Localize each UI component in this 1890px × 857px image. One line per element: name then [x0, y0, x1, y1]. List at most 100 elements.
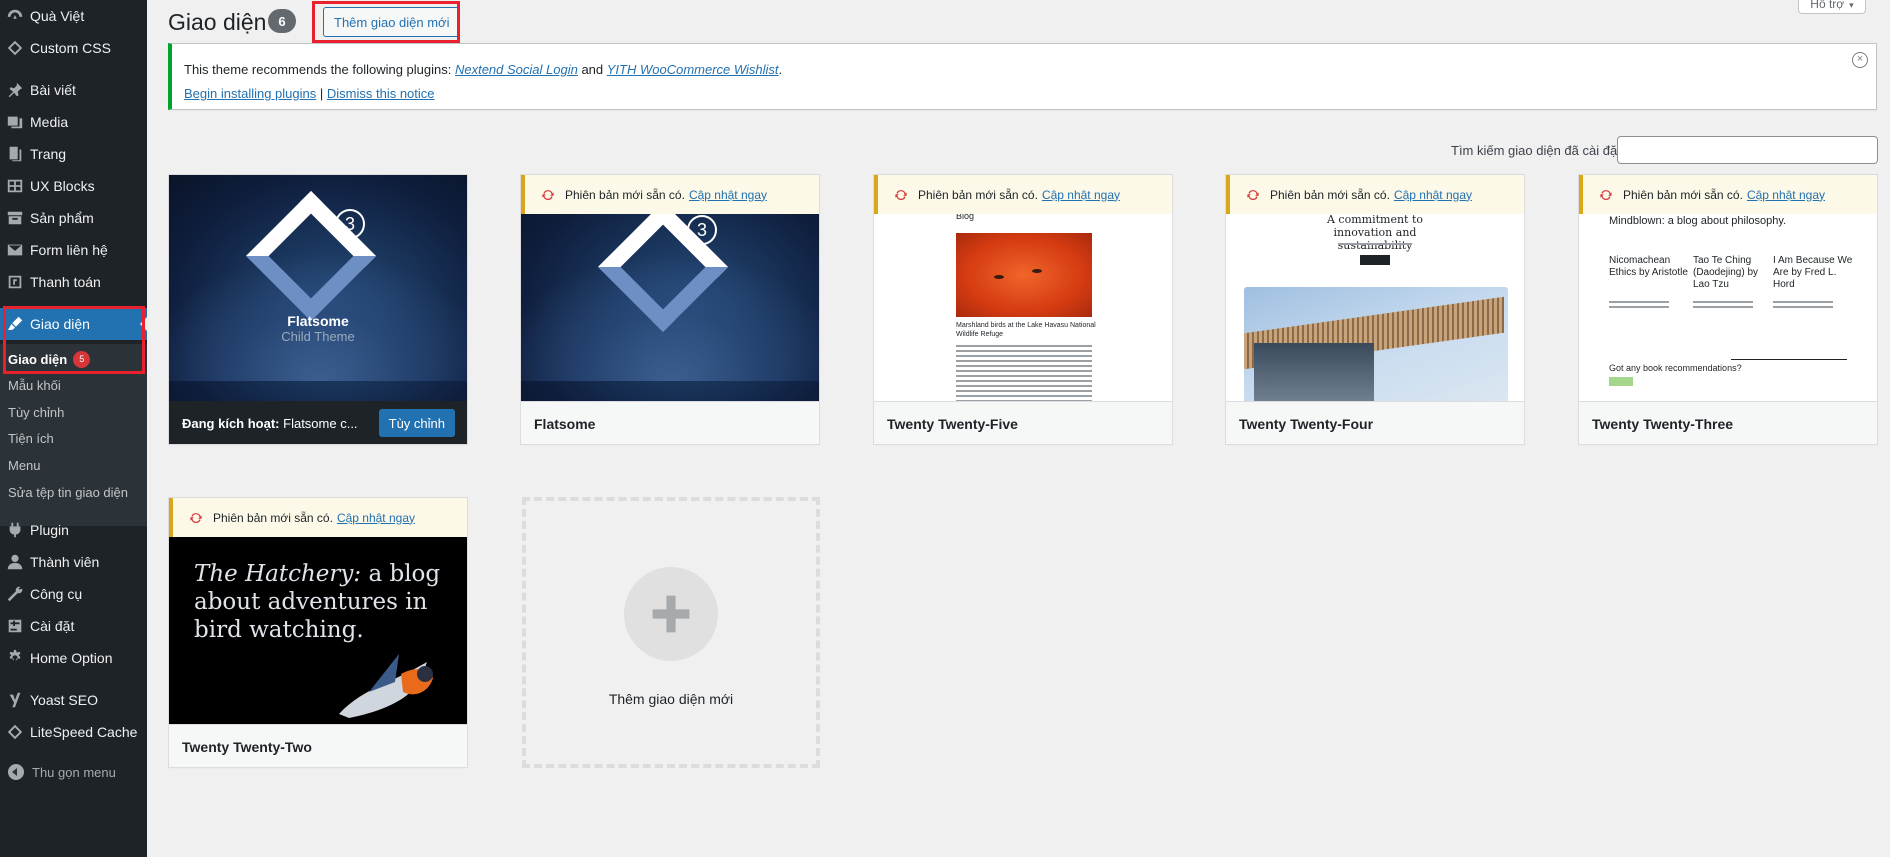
- update-now-link[interactable]: Cập nhật ngay: [1747, 188, 1825, 202]
- diamond-icon: [0, 722, 30, 742]
- update-count-badge: 5: [73, 350, 91, 368]
- submenu-widgets[interactable]: Tiện ích: [8, 427, 54, 449]
- update-icon: [895, 189, 907, 200]
- menu-item-posts[interactable]: Bài viết: [0, 74, 147, 106]
- menu-item-products[interactable]: Sản phẩm: [0, 202, 147, 234]
- theme-card-flatsome[interactable]: Phiên bản mới sẵn có. Cập nhật ngay 3 Fla…: [520, 174, 820, 445]
- theme-count-badge: 6: [268, 9, 296, 33]
- customize-button[interactable]: Tùy chỉnh: [378, 409, 455, 437]
- gear-icon: [0, 648, 30, 668]
- add-new-theme-card[interactable]: Thêm giao diện mới: [522, 497, 820, 768]
- admin-sidebar: Quà Việt Custom CSS Bài viết Media Trang…: [0, 0, 147, 857]
- menu-item-pages[interactable]: Trang: [0, 138, 147, 170]
- update-icon: [542, 189, 554, 200]
- update-now-link[interactable]: Cập nhật ngay: [1042, 188, 1120, 202]
- menu-item-label: Media: [30, 114, 69, 130]
- menu-item-label: UX Blocks: [30, 178, 95, 194]
- page-icon: [0, 144, 30, 164]
- menu-item-label: Home Option: [30, 650, 113, 666]
- diamond-icon: [0, 38, 30, 58]
- menu-item-label: LiteSpeed Cache: [30, 724, 138, 740]
- close-icon[interactable]: ×: [1852, 52, 1868, 68]
- menu-item-label: Form liên hệ: [30, 242, 108, 258]
- theme-name: Twenty Twenty-Five: [874, 401, 1172, 444]
- menu-item-home-option[interactable]: Home Option: [0, 642, 147, 674]
- user-icon: [0, 552, 30, 572]
- menu-item-custom-css[interactable]: Custom CSS: [0, 32, 147, 64]
- menu-item-label: Quà Việt: [30, 8, 85, 24]
- menu-item-payment[interactable]: Thanh toán: [0, 266, 147, 298]
- help-tab[interactable]: Hỗ trợ ▾: [1798, 0, 1866, 14]
- update-icon: [190, 512, 202, 523]
- menu-item-litespeed-cache[interactable]: LiteSpeed Cache: [0, 716, 147, 748]
- notice-actions: Begin installing plugins | Dismiss this …: [184, 86, 435, 101]
- menu-item-label: Plugin: [30, 522, 69, 538]
- pin-icon: [0, 80, 30, 100]
- theme-card-flatsome-child[interactable]: 3 Flatsome Child Theme Đang kích hoạt: F…: [168, 174, 468, 445]
- plugin-recommendation-notice: This theme recommends the following plug…: [168, 43, 1877, 110]
- search-label: Tìm kiếm giao diện đã cài đặt: [1451, 143, 1621, 158]
- collapse-menu-button[interactable]: Thu gọn menu: [8, 764, 116, 780]
- theme-card-twenty-twenty-five[interactable]: Phiên bản mới sẵn có. Cập nhật ngay Blog …: [873, 174, 1173, 445]
- menu-item-label: Thanh toán: [30, 274, 101, 290]
- preview-button: [1360, 255, 1390, 265]
- preview-image: [1244, 287, 1508, 401]
- plugin-link-nextend[interactable]: Nextend Social Login: [455, 62, 578, 77]
- submenu-customize[interactable]: Tùy chỉnh: [8, 401, 64, 423]
- menu-item-users[interactable]: Thành viên: [0, 546, 147, 578]
- menu-item-settings[interactable]: Cài đặt: [0, 610, 147, 642]
- payment-icon: [0, 272, 30, 292]
- update-icon: [1247, 189, 1259, 200]
- search-input[interactable]: [1617, 136, 1878, 164]
- menu-item-plugins[interactable]: Plugin: [0, 514, 147, 546]
- update-notice: Phiên bản mới sẵn có. Cập nhật ngay: [1579, 175, 1877, 214]
- theme-screenshot[interactable]: 3 Flatsome Child Theme: [169, 175, 467, 401]
- blocks-icon: [0, 176, 30, 196]
- add-new-theme-label: Thêm giao diện mới: [608, 691, 734, 707]
- plug-icon: [0, 520, 30, 540]
- menu-item-label: Giao diện: [30, 316, 90, 332]
- theme-name: Twenty Twenty-Three: [1579, 401, 1877, 444]
- begin-installing-link[interactable]: Begin installing plugins: [184, 86, 316, 101]
- preview-image: [956, 233, 1092, 317]
- submenu-themes[interactable]: Giao diện 5: [8, 348, 91, 370]
- submenu-theme-file-editor[interactable]: Sửa tệp tin giao diện: [8, 481, 128, 503]
- theme-card-twenty-twenty-four[interactable]: Phiên bản mới sẵn có. Cập nhật ngay A com…: [1225, 174, 1525, 445]
- add-new-theme-button[interactable]: Thêm giao diện mới: [323, 7, 461, 37]
- menu-item-label: Yoast SEO: [30, 692, 98, 708]
- theme-name: Flatsome: [521, 401, 819, 444]
- theme-name: Twenty Twenty-Four: [1226, 401, 1524, 444]
- plugin-link-yith[interactable]: YITH WooCommerce Wishlist: [607, 62, 779, 77]
- theme-card-twenty-twenty-two[interactable]: Phiên bản mới sẵn có. Cập nhật ngay The H…: [168, 497, 468, 768]
- theme-name: Twenty Twenty-Two: [169, 724, 467, 767]
- menu-item-tools[interactable]: Công cụ: [0, 578, 147, 610]
- plus-icon: [624, 567, 718, 661]
- submenu-menus[interactable]: Menu: [8, 454, 41, 476]
- menu-item-qua-viet[interactable]: Quà Việt: [0, 0, 147, 32]
- menu-item-yoast-seo[interactable]: Yoast SEO: [0, 684, 147, 716]
- menu-item-media[interactable]: Media: [0, 106, 147, 138]
- update-now-link[interactable]: Cập nhật ngay: [689, 188, 767, 202]
- menu-item-label: Thành viên: [30, 554, 100, 570]
- collapse-arrow-icon: [8, 764, 24, 780]
- update-now-link[interactable]: Cập nhật ngay: [1394, 188, 1472, 202]
- theme-card-twenty-twenty-three[interactable]: Phiên bản mới sẵn có. Cập nhật ngay Mindb…: [1578, 174, 1878, 445]
- submenu-patterns[interactable]: Mẫu khối: [8, 374, 61, 396]
- menu-item-contact-form[interactable]: Form liên hệ: [0, 234, 147, 266]
- settings-icon: [0, 616, 30, 636]
- wrench-icon: [0, 584, 30, 604]
- yoast-icon: [0, 690, 30, 710]
- menu-item-label: Sản phẩm: [30, 210, 94, 226]
- menu-item-label: Custom CSS: [30, 40, 111, 56]
- update-now-link[interactable]: Cập nhật ngay: [337, 511, 415, 525]
- menu-item-label: Cài đặt: [30, 618, 75, 634]
- menu-item-appearance[interactable]: Giao diện: [0, 308, 147, 340]
- dismiss-notice-link[interactable]: Dismiss this notice: [327, 86, 435, 101]
- menu-item-label: Bài viết: [30, 82, 76, 98]
- menu-item-ux-blocks[interactable]: UX Blocks: [0, 170, 147, 202]
- update-icon: [1600, 189, 1612, 200]
- page-title: Giao diện: [168, 9, 267, 35]
- menu-item-label: Trang: [30, 146, 67, 162]
- update-notice: Phiên bản mới sẵn có. Cập nhật ngay: [874, 175, 1172, 214]
- theme-footer: Đang kích hoạt: Flatsome c... Tùy chỉnh: [169, 401, 467, 444]
